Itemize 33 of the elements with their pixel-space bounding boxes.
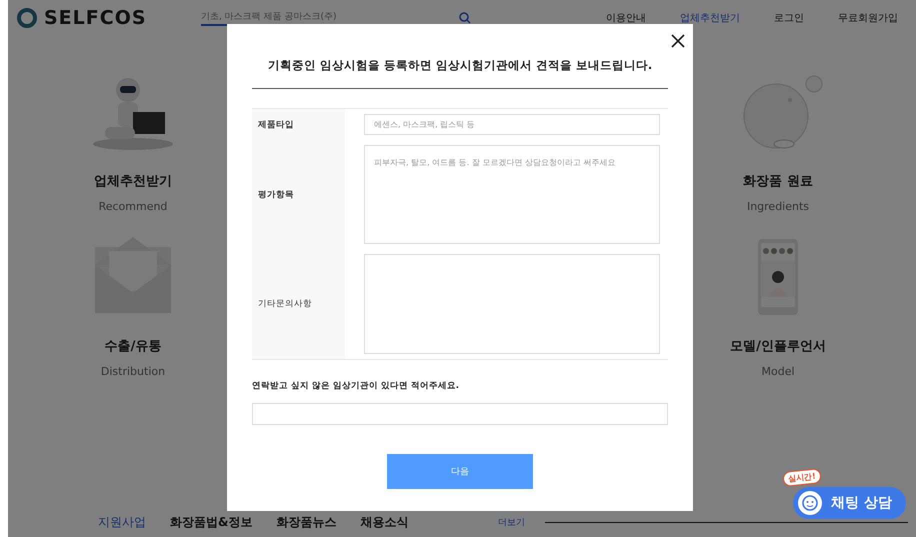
service-subtitle: Ingredients bbox=[746, 200, 810, 213]
service-title[interactable]: 화장품 원료 bbox=[743, 172, 813, 190]
service-subtitle: Distribution bbox=[100, 365, 166, 378]
close-icon[interactable] bbox=[669, 32, 687, 50]
field-label: 평가항목 bbox=[258, 188, 294, 200]
input-field[interactable]: 에센스, 마스크팩, 립스틱 등 bbox=[364, 114, 660, 135]
text-area[interactable] bbox=[364, 254, 660, 354]
nav-link[interactable]: 업체추천받기 bbox=[680, 11, 740, 25]
logo-icon bbox=[16, 7, 38, 29]
news-tab[interactable]: 지원사업 bbox=[98, 514, 146, 531]
chat-button[interactable]: 채팅 상담 bbox=[793, 487, 906, 519]
news-tab[interactable]: 채용소식 bbox=[360, 514, 408, 531]
search-icon bbox=[459, 12, 471, 24]
logo-text: SELFCOS bbox=[44, 7, 147, 29]
service-subtitle: Model bbox=[761, 365, 795, 378]
nav-link[interactable]: 로그인 bbox=[774, 11, 804, 25]
input-field[interactable] bbox=[252, 403, 668, 425]
nav-link[interactable]: 무료회원가입 bbox=[838, 11, 898, 25]
live-badge: 실시간! bbox=[782, 468, 822, 487]
news-tab[interactable]: 화장품법&정보 bbox=[170, 514, 252, 531]
nav-link[interactable]: 이용안내 bbox=[606, 11, 646, 25]
more-link[interactable]: 더보기 bbox=[498, 516, 525, 529]
service-title[interactable]: 업체추천받기 bbox=[94, 172, 172, 190]
service-title[interactable]: 모델/인플루언서 bbox=[730, 337, 826, 355]
service-title[interactable]: 수출/유통 bbox=[104, 337, 162, 355]
service-subtitle: Recommend bbox=[98, 200, 168, 213]
news-tab[interactable]: 화장품뉴스 bbox=[276, 514, 336, 531]
text-area[interactable]: 피부자극, 탈모, 여드름 등. 잘 모르겠다면 상담요청이라고 써주세요 bbox=[364, 145, 660, 244]
field-label: 기타문의사항 bbox=[258, 298, 312, 310]
next-button[interactable]: 다음 bbox=[387, 454, 533, 489]
field-label: 연락받고 싶지 않은 임상기관이 있다면 적어주세요. bbox=[252, 380, 460, 392]
field-label: 제품타입 bbox=[258, 118, 294, 130]
modal-title: 기획중인 임상시험을 등록하면 임상시험기관에서 견적을 보내드립니다. bbox=[266, 58, 654, 73]
